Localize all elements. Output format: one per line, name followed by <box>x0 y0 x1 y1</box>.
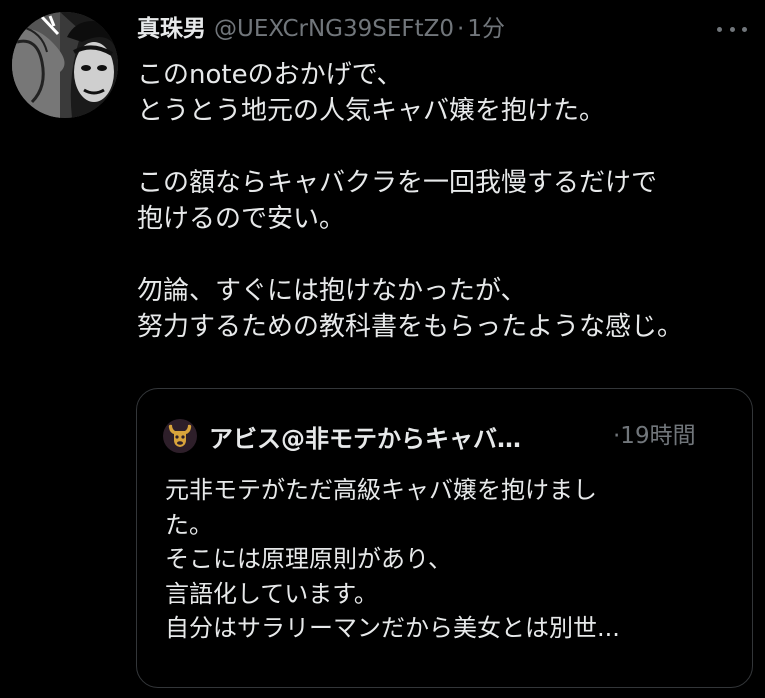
quoted-text-line: 自分はサラリーマンだから美女とは別世... <box>165 614 620 642</box>
quoted-tweet-header: アビス@非モテからキャバ… <box>163 419 521 453</box>
tweet-text-line: 努力するための教科書をもらったような感じ。 <box>137 312 684 342</box>
quoted-text-line: た。 <box>165 510 213 539</box>
quoted-tweet-card[interactable]: アビス@非モテからキャバ… ·19時間 元非モテがただ高級キャバ嬢を抱けまし た… <box>136 388 753 688</box>
tweet-text-line: このnoteのおかげで、 <box>137 60 403 90</box>
more-horizontal-icon[interactable] <box>717 20 747 38</box>
quoted-text-line: 言語化しています。 <box>165 579 378 608</box>
tweet-header: 真珠男 @UEXCrNG39SEFtZ0 · 1分 <box>137 12 505 46</box>
quoted-author-avatar[interactable] <box>163 419 197 453</box>
bull-icon <box>168 424 192 447</box>
tweet-text-line: 抱けるので安い。 <box>137 204 346 234</box>
tweet-text-line: 勿論、すぐには抱けなかったが、 <box>137 276 527 306</box>
quoted-text-line: 元非モテがただ高級キャバ嬢を抱けまし <box>165 476 597 504</box>
quoted-tweet-text: 元非モテがただ高級キャバ嬢を抱けまし た。 そこには原理原則があり、 言語化して… <box>165 473 735 646</box>
quoted-author-display-name: アビス@非モテからキャバ… <box>209 424 521 453</box>
tweet-timestamp[interactable]: 1分 <box>467 12 505 46</box>
author-display-name[interactable]: 真珠男 <box>137 12 206 46</box>
separator-dot: · <box>457 16 465 42</box>
tweet-text-line: とうとう地元の人気キャバ嬢を抱けた。 <box>137 96 606 126</box>
tweet-text: このnoteのおかげで、 とうとう地元の人気キャバ嬢を抱けた。 この額ならキャバ… <box>137 57 747 345</box>
tweet-text-line: この額ならキャバクラを一回我慢するだけで <box>137 168 658 198</box>
manga-portrait-image <box>12 12 118 118</box>
quoted-text-line: そこには原理原則があり、 <box>165 545 453 573</box>
tweet[interactable]: 真珠男 @UEXCrNG39SEFtZ0 · 1分 このnoteのおかげで、 と… <box>0 0 765 698</box>
author-handle[interactable]: @UEXCrNG39SEFtZ0 <box>214 12 454 46</box>
quoted-tweet-timestamp: ·19時間 <box>613 423 696 449</box>
author-avatar[interactable] <box>12 12 118 118</box>
